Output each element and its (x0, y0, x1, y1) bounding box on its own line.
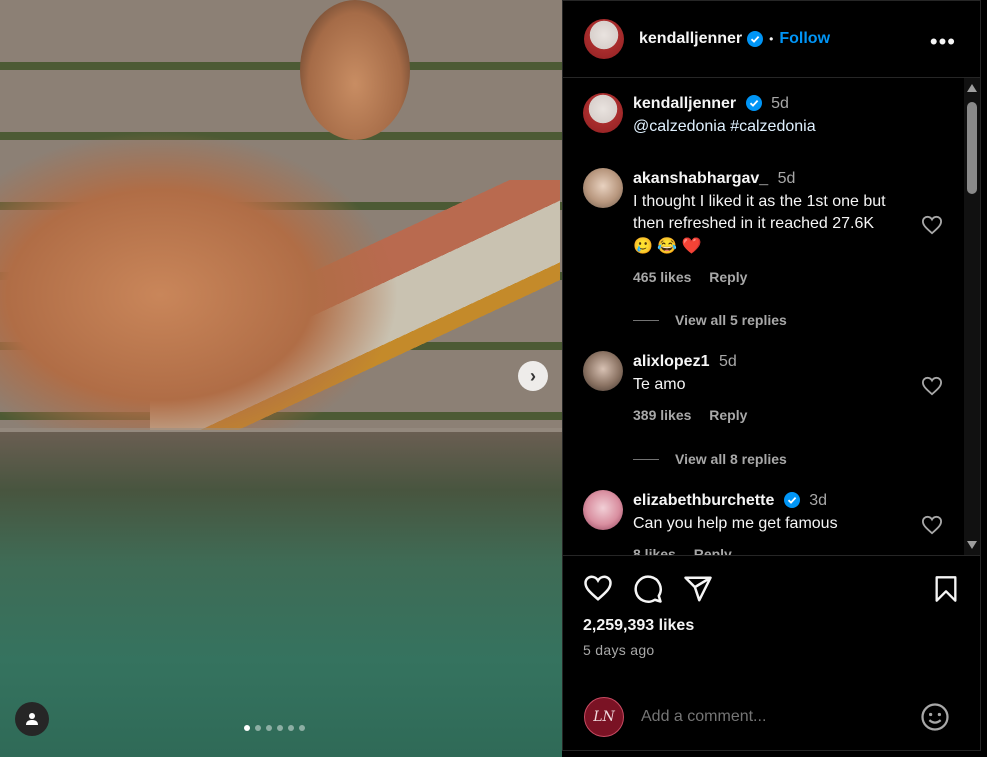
verified-badge-icon (783, 492, 800, 508)
save-bookmark-icon[interactable] (934, 575, 958, 603)
scroll-down-arrow-icon[interactable] (967, 541, 977, 549)
current-user-avatar[interactable]: LN (584, 697, 624, 737)
share-paper-plane-icon[interactable] (683, 574, 713, 604)
verified-badge-icon (747, 31, 764, 47)
comment-likes[interactable]: 389 likes (633, 407, 691, 423)
comments-list[interactable]: kendalljenner 5d @calzedonia #calzedonia… (563, 78, 964, 555)
comment-username[interactable]: alixlopez1 (633, 353, 709, 370)
post-header: kendalljenner • Follow ••• (563, 1, 980, 78)
reply-button[interactable]: Reply (709, 269, 747, 285)
reply-button[interactable]: Reply (694, 546, 732, 555)
carousel-dot (266, 725, 272, 731)
photo-pool (0, 432, 562, 757)
comment-text: Te amo (633, 375, 686, 393)
chevron-right-icon: › (530, 365, 536, 386)
caption-text[interactable]: @calzedonia #calzedonia (633, 118, 816, 135)
comment-likes[interactable]: 465 likes (633, 269, 691, 285)
post-media[interactable]: › (0, 0, 562, 757)
scroll-up-arrow-icon[interactable] (967, 84, 977, 92)
caption-time: 5d (771, 95, 789, 112)
post-actions: 2,259,393 likes 5 days ago LN (563, 555, 980, 753)
caption-username[interactable]: kendalljenner (633, 95, 736, 112)
comment-time: 3d (809, 492, 828, 509)
commenter-avatar[interactable] (583, 490, 623, 530)
carousel-dot (277, 725, 283, 731)
header-separator: • (769, 32, 774, 46)
comment-text: Can you help me get famous (633, 514, 838, 532)
comment-likes[interactable]: 8 likes (633, 546, 676, 555)
post-timestamp[interactable]: 5 days ago (583, 642, 655, 658)
comment-time: 5d (718, 353, 737, 370)
post-like-count[interactable]: 2,259,393 likes (583, 617, 694, 635)
replies-divider (633, 319, 659, 321)
carousel-dot (255, 725, 261, 731)
view-replies-button[interactable]: View all 5 replies (633, 312, 787, 328)
carousel-dot (244, 725, 250, 731)
post-side-panel: kendalljenner • Follow ••• kendalljenner… (562, 0, 981, 751)
verified-badge-icon (745, 95, 762, 111)
carousel-dots (244, 725, 305, 731)
caption-avatar[interactable] (583, 93, 623, 133)
commenter-avatar[interactable] (583, 168, 623, 208)
comment-time: 5d (777, 170, 796, 187)
scrollbar-thumb[interactable] (967, 102, 977, 194)
next-media-button[interactable]: › (518, 361, 548, 391)
comment-text: I thought I liked it as the 1st one but … (633, 192, 886, 255)
tagged-users-button[interactable] (15, 702, 49, 736)
emoji-icon[interactable] (920, 702, 950, 732)
view-replies-label: View all 8 replies (675, 451, 787, 467)
replies-divider (633, 458, 659, 460)
view-replies-button[interactable]: View all 8 replies (633, 451, 787, 467)
comment-like-heart-icon[interactable] (921, 515, 943, 535)
photo-subject (0, 130, 400, 430)
like-heart-icon[interactable] (583, 574, 613, 602)
comment-username[interactable]: akanshabhargav_ (633, 170, 768, 187)
comment-like-heart-icon[interactable] (921, 376, 943, 396)
more-options-icon[interactable]: ••• (930, 29, 956, 55)
photo-subject-head (300, 0, 410, 140)
author-avatar[interactable] (584, 19, 624, 59)
add-comment-bar: LN (563, 684, 980, 752)
comments-scrollbar[interactable] (964, 78, 980, 555)
comment-username[interactable]: elizabethburchette (633, 492, 774, 509)
reply-button[interactable]: Reply (709, 407, 747, 423)
commenter-avatar[interactable] (583, 351, 623, 391)
follow-button[interactable]: Follow (779, 30, 830, 48)
view-replies-label: View all 5 replies (675, 312, 787, 328)
comment-bubble-icon[interactable] (633, 574, 663, 604)
author-username[interactable]: kendalljenner (639, 30, 742, 48)
carousel-dot (288, 725, 294, 731)
carousel-dot (299, 725, 305, 731)
comment-like-heart-icon[interactable] (921, 215, 943, 235)
add-comment-input[interactable] (639, 707, 913, 727)
user-icon (26, 713, 38, 725)
